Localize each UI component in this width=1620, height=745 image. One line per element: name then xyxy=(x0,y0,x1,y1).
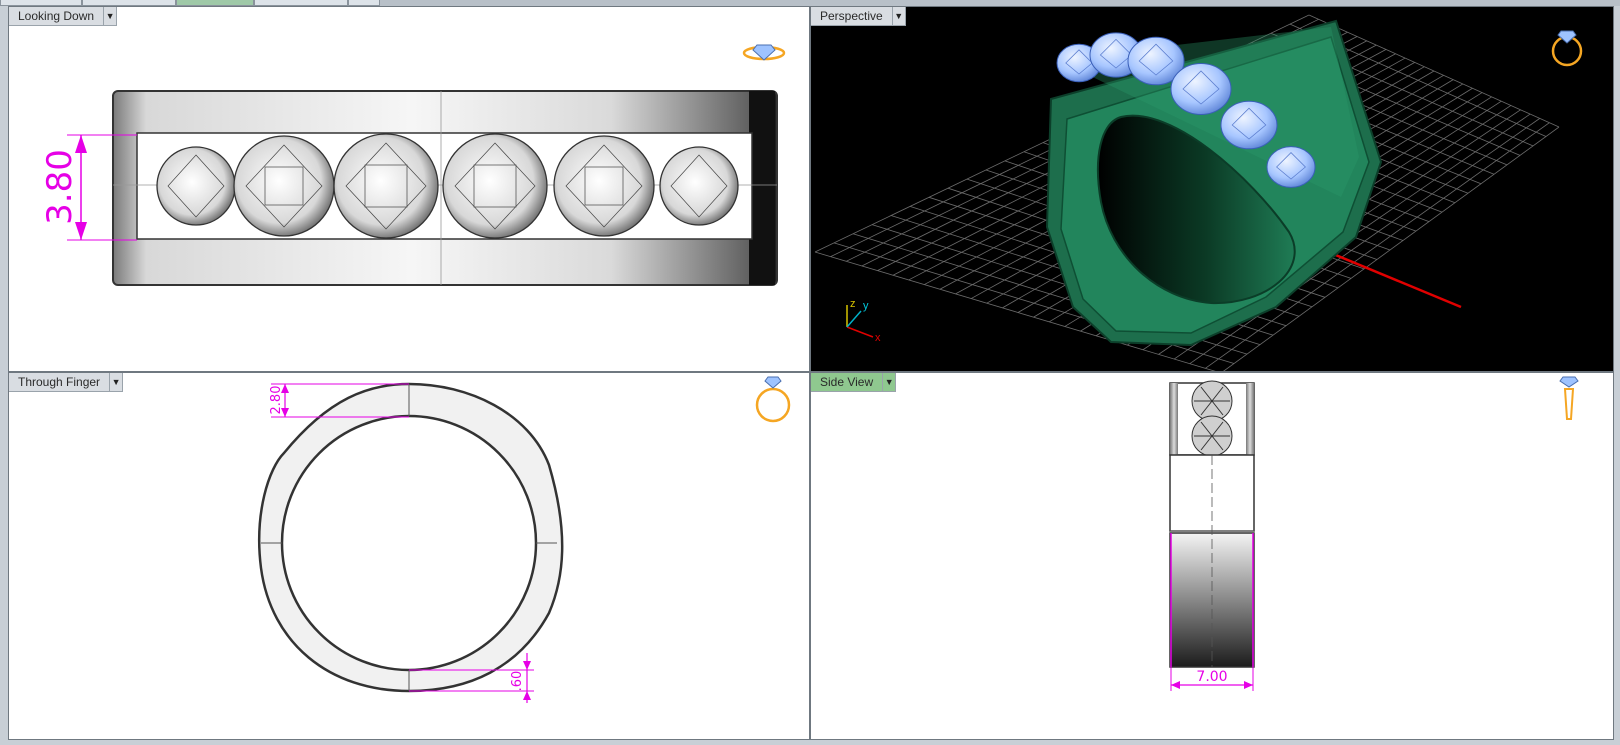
axis-z-label: z xyxy=(850,298,856,310)
viewport-through-finger[interactable]: Through Finger ▼ 2.80 .60 xyxy=(8,372,810,740)
axis-triad: z y x xyxy=(846,298,881,344)
gem-6 xyxy=(659,146,739,226)
viewport-perspective[interactable]: Perspective ▼ z y x xyxy=(810,6,1614,372)
gem-2 xyxy=(233,135,335,237)
axis-x-label: x xyxy=(875,332,881,344)
viewport-side-view[interactable]: Side View ▼ 7.00 xyxy=(810,372,1614,740)
viewport-title[interactable]: Perspective xyxy=(811,7,893,26)
width-dimension: 7.00 xyxy=(1170,667,1254,691)
band-end-shadow xyxy=(749,91,775,285)
viewport-label-through-finger[interactable]: Through Finger ▼ xyxy=(9,373,124,392)
bottom-thickness-label: .60 xyxy=(510,671,525,692)
gem-ring-icon[interactable] xyxy=(1559,376,1579,420)
gem-ring-icon[interactable] xyxy=(755,376,791,423)
gem-ring-icon[interactable] xyxy=(742,44,786,61)
viewport-title[interactable]: Through Finger xyxy=(9,373,111,392)
dropdown-arrow-icon[interactable]: ▼ xyxy=(104,7,118,26)
dropdown-arrow-icon[interactable]: ▼ xyxy=(892,7,906,26)
width-dimension-label: 7.00 xyxy=(1196,669,1227,685)
viewport-label-looking-down[interactable]: Looking Down ▼ xyxy=(9,7,118,26)
gem-5 xyxy=(553,135,655,237)
dropdown-arrow-icon[interactable]: ▼ xyxy=(110,373,124,392)
viewport-looking-down[interactable]: Looking Down ▼ 3.80 xyxy=(8,6,810,372)
gem-3 xyxy=(333,133,439,239)
gem-1 xyxy=(156,146,236,226)
viewport-title[interactable]: Side View xyxy=(811,373,884,392)
side-view-drawing: 7.00 xyxy=(1169,376,1579,691)
gem-4 xyxy=(442,133,548,239)
perspective-drawing: z y x xyxy=(814,14,1583,371)
height-dimension-label: 3.80 xyxy=(40,149,80,225)
viewport-title[interactable]: Looking Down xyxy=(9,7,105,26)
top-thickness-label: 2.80 xyxy=(269,386,284,415)
through-finger-drawing: 2.80 .60 xyxy=(257,376,791,703)
axis-y-label: y xyxy=(863,300,869,312)
ring-inner-circle xyxy=(280,414,538,672)
looking-down-drawing: 3.80 xyxy=(40,44,786,286)
dropdown-arrow-icon[interactable]: ▼ xyxy=(883,373,897,392)
gem-ring-icon[interactable] xyxy=(1551,30,1583,67)
viewport-label-side-view[interactable]: Side View ▼ xyxy=(811,373,897,392)
viewport-label-perspective[interactable]: Perspective ▼ xyxy=(811,7,906,26)
